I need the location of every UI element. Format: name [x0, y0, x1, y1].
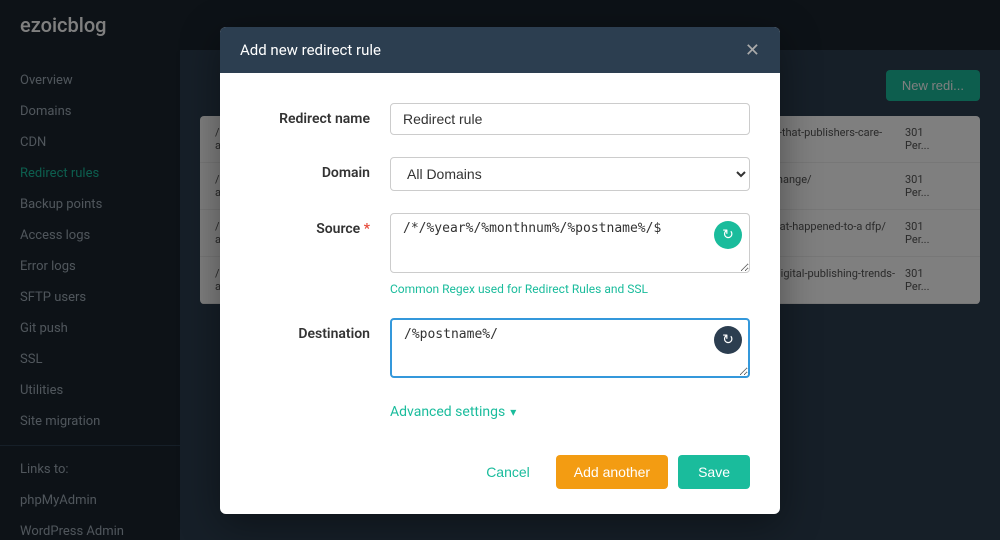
source-required-star: * — [364, 221, 370, 237]
cancel-button[interactable]: Cancel — [470, 455, 546, 489]
advanced-settings-label: Advanced settings — [390, 404, 505, 420]
form-row-destination: Destination /%postname%/ ↻ — [250, 318, 750, 382]
redirect-name-input[interactable] — [390, 103, 750, 135]
regex-link[interactable]: Common Regex used for Redirect Rules and… — [390, 282, 750, 296]
modal-body: Redirect name Domain All Domains blog.ez… — [220, 73, 780, 440]
domain-label: Domain — [250, 157, 390, 181]
source-refresh-button[interactable]: ↻ — [714, 221, 742, 249]
destination-textarea[interactable]: /%postname%/ — [390, 318, 750, 378]
source-field: /*/%year%/%monthnum%/%postname%/$ ↻ Comm… — [390, 213, 750, 296]
form-row-domain: Domain All Domains blog.ezoic.com — [250, 157, 750, 191]
advanced-settings-row: Advanced settings ▾ — [250, 404, 750, 420]
destination-label: Destination — [250, 318, 390, 342]
form-row-redirect-name: Redirect name — [250, 103, 750, 135]
domain-field: All Domains blog.ezoic.com — [390, 157, 750, 191]
destination-refresh-button[interactable]: ↻ — [714, 326, 742, 354]
modal-close-button[interactable]: ✕ — [745, 41, 760, 59]
domain-select[interactable]: All Domains blog.ezoic.com — [390, 157, 750, 191]
source-label: Source * — [250, 213, 390, 237]
modal-header: Add new redirect rule ✕ — [220, 27, 780, 73]
advanced-settings-link[interactable]: Advanced settings ▾ — [390, 404, 516, 420]
modal-overlay: Add new redirect rule ✕ Redirect name Do… — [0, 0, 1000, 540]
form-row-source: Source * /*/%year%/%monthnum%/%postname%… — [250, 213, 750, 296]
modal-footer: Cancel Add another Save — [220, 440, 780, 514]
source-textarea-wrapper: /*/%year%/%monthnum%/%postname%/$ ↻ — [390, 213, 750, 277]
redirect-name-label: Redirect name — [250, 103, 390, 127]
modal-title: Add new redirect rule — [240, 41, 381, 59]
add-another-button[interactable]: Add another — [556, 455, 668, 489]
source-textarea[interactable]: /*/%year%/%monthnum%/%postname%/$ — [390, 213, 750, 273]
save-button[interactable]: Save — [678, 455, 750, 489]
redirect-name-field — [390, 103, 750, 135]
chevron-down-icon: ▾ — [510, 405, 516, 419]
modal-dialog: Add new redirect rule ✕ Redirect name Do… — [220, 27, 780, 514]
destination-field: /%postname%/ ↻ — [390, 318, 750, 382]
destination-wrapper: /%postname%/ ↻ — [390, 318, 750, 382]
